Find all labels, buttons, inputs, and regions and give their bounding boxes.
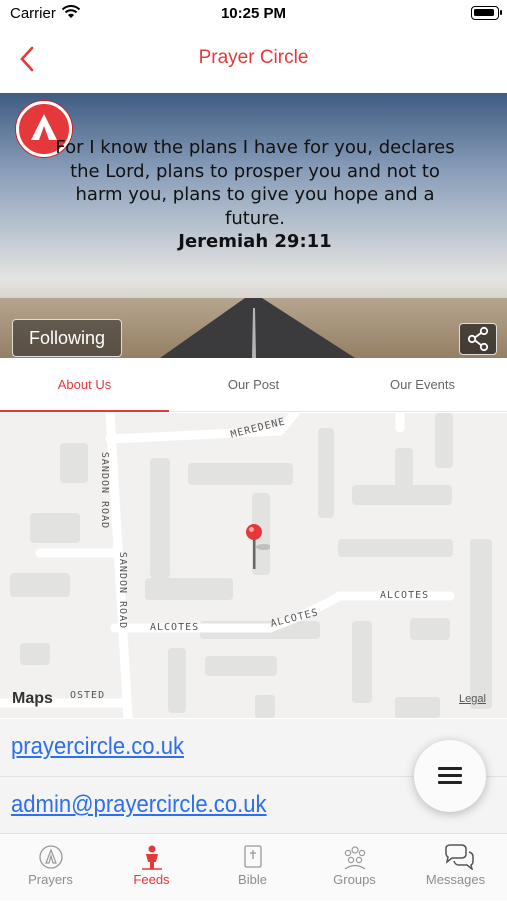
tab-bar-label: Groups <box>333 872 376 887</box>
bible-verse-reference: Jeremiah 29:11 <box>178 231 332 252</box>
chat-bubbles-icon <box>445 844 474 870</box>
menu-fab-button[interactable] <box>414 740 486 812</box>
status-bar: Carrier 10:25 PM <box>0 0 507 30</box>
praying-hands-icon <box>39 845 63 869</box>
tab-bar-label: Bible <box>238 872 267 887</box>
battery-icon <box>471 6 502 20</box>
tab-bar-item-bible[interactable]: Bible <box>202 834 303 901</box>
street-label-osted: OSTED <box>70 690 106 701</box>
profile-tabs: About Us Our Post Our Events <box>0 358 507 412</box>
street-label-sandon-road: SANDON ROAD <box>99 451 111 530</box>
page-title: Prayer Circle <box>198 47 309 68</box>
share-button[interactable] <box>459 323 497 355</box>
hamburger-icon-bar <box>438 781 462 784</box>
tab-bar-item-feeds[interactable]: Feeds <box>101 834 202 901</box>
tab-about-us[interactable]: About Us <box>0 358 169 412</box>
tab-our-events[interactable]: Our Events <box>338 358 507 412</box>
street-label-sandon-road-2: SANDON ROAD <box>117 551 129 630</box>
tab-bar-label: Prayers <box>28 872 73 887</box>
hamburger-icon <box>438 767 462 770</box>
tab-bar-item-prayers[interactable]: Prayers <box>0 834 101 901</box>
tab-bar-item-messages[interactable]: Messages <box>405 834 506 901</box>
hamburger-icon-bar <box>438 774 462 777</box>
tab-bar-item-groups[interactable]: Groups <box>304 834 405 901</box>
website-link[interactable]: prayercircle.co.uk <box>11 733 184 761</box>
street-label-alcotes: ALCOTES <box>150 622 200 633</box>
street-label-alcotes-3: ALCOTES <box>380 590 430 601</box>
following-button[interactable]: Following <box>12 319 122 357</box>
person-icon <box>142 845 162 870</box>
location-map[interactable]: MEREDENE SANDON ROAD SANDON ROAD ALCOTES… <box>0 413 507 718</box>
tab-bar-label: Feeds <box>133 872 170 887</box>
location-pin-icon <box>246 524 270 569</box>
map-legal-link[interactable]: Legal <box>459 693 486 705</box>
maps-attribution: Maps <box>12 690 53 707</box>
bible-icon <box>244 845 262 868</box>
bible-verse-text: For I know the plans I have for you, dec… <box>55 137 455 229</box>
group-icon <box>344 846 366 870</box>
share-icon <box>467 326 489 352</box>
tab-our-post[interactable]: Our Post <box>169 358 338 412</box>
bottom-tab-bar: Prayers Feeds Bible Groups Messages <box>0 833 507 900</box>
clock: 10:25 PM <box>220 5 287 22</box>
navigation-bar: Prayer Circle <box>0 30 507 90</box>
email-link[interactable]: admin@prayercircle.co.uk <box>11 791 267 819</box>
tab-bar-label: Messages <box>425 872 486 887</box>
